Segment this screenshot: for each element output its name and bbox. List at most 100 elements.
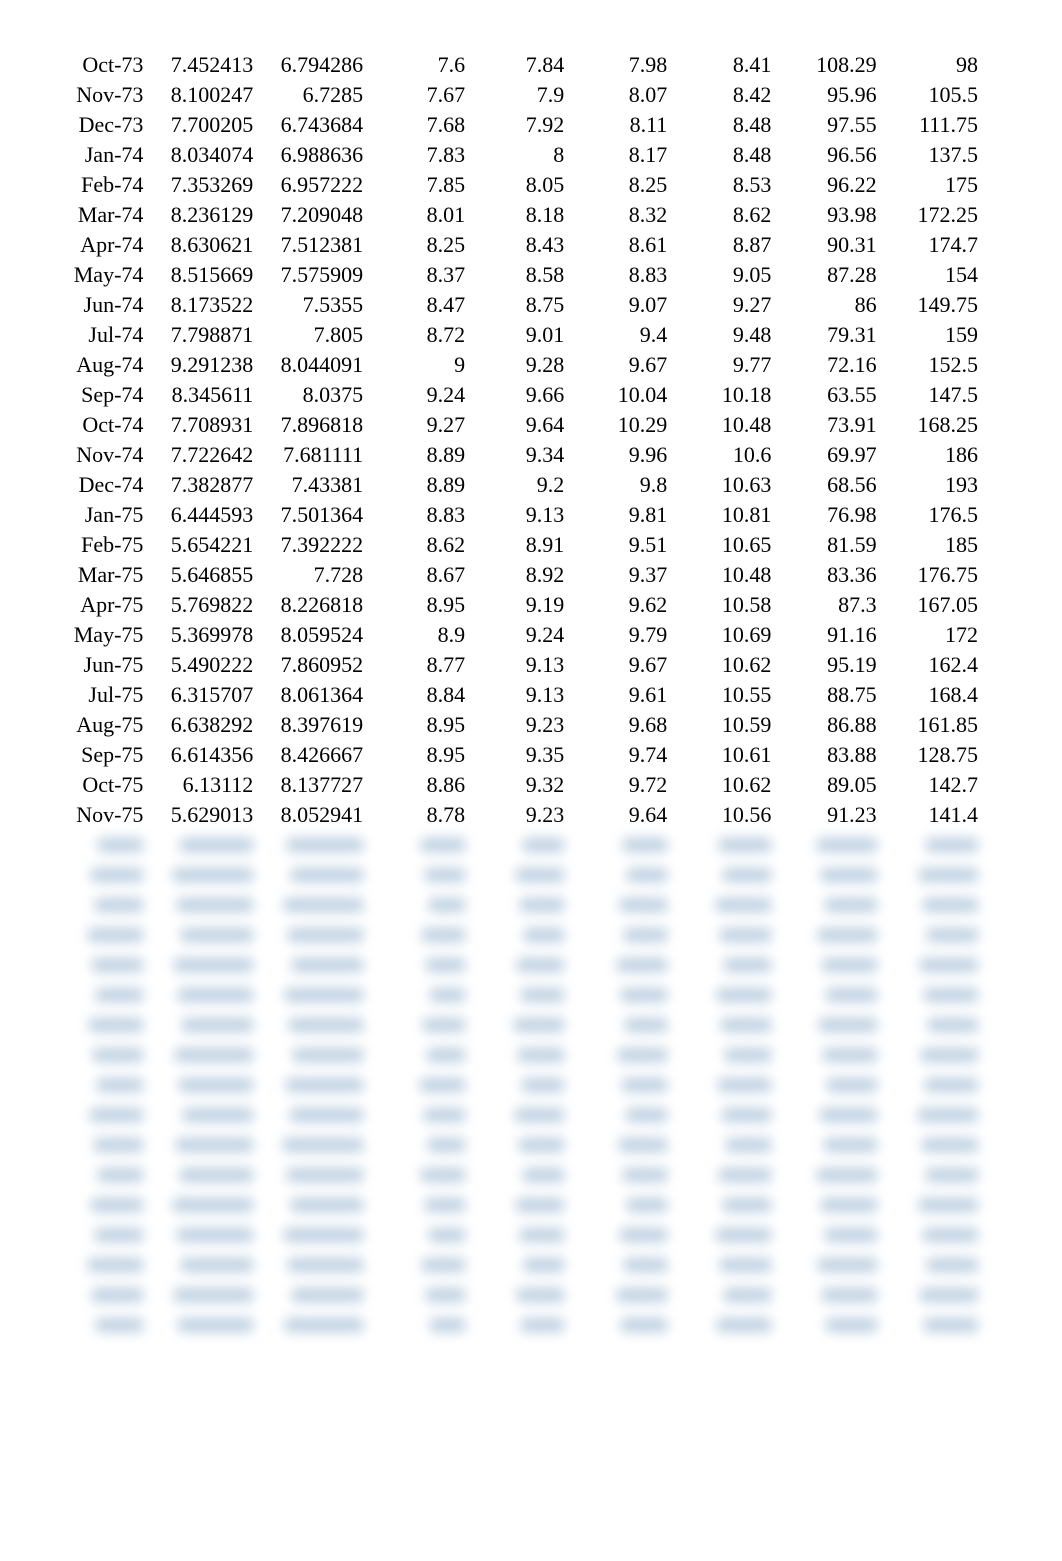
blurred-cell: [775, 1220, 880, 1250]
table-cell: 95.19: [775, 650, 880, 680]
blurred-cell: [568, 1130, 671, 1160]
blurred-cell: [469, 1280, 568, 1310]
table-cell: 9.37: [568, 560, 671, 590]
table-cell: 9.66: [469, 380, 568, 410]
table-cell: 10.81: [671, 500, 775, 530]
blurred-cell: [775, 1010, 880, 1040]
blurred-row: [60, 1130, 982, 1160]
blurred-cell: [60, 950, 147, 980]
table-cell: 7.798871: [147, 320, 257, 350]
table-cell: 68.56: [775, 470, 880, 500]
table-cell: 81.59: [775, 530, 880, 560]
blurred-cell: [881, 950, 982, 980]
table-cell: 93.98: [775, 200, 880, 230]
blurred-cell: [568, 1040, 671, 1070]
row-label: Jun-75: [60, 650, 147, 680]
table-cell: 8.91: [469, 530, 568, 560]
blurred-cell: [60, 1070, 147, 1100]
table-row: Aug-756.6382928.3976198.959.239.6810.598…: [60, 710, 982, 740]
blurred-cell: [257, 1280, 367, 1310]
blurred-cell: [568, 1100, 671, 1130]
blurred-cell: [147, 1040, 257, 1070]
blurred-cell: [367, 950, 469, 980]
table-cell: 83.88: [775, 740, 880, 770]
blurred-cell: [367, 1040, 469, 1070]
table-cell: 8.32: [568, 200, 671, 230]
table-cell: 172: [881, 620, 982, 650]
blurred-cell: [671, 1130, 775, 1160]
table-row: Jan-748.0340746.9886367.8388.178.4896.56…: [60, 140, 982, 170]
blurred-cell: [568, 860, 671, 890]
blurred-row: [60, 1190, 982, 1220]
table-cell: 8.630621: [147, 230, 257, 260]
blurred-cell: [881, 890, 982, 920]
table-cell: 9.62: [568, 590, 671, 620]
blurred-cell: [881, 1100, 982, 1130]
table-cell: 128.75: [881, 740, 982, 770]
table-cell: 7.896818: [257, 410, 367, 440]
blurred-cell: [257, 920, 367, 950]
table-cell: 10.48: [671, 410, 775, 440]
blurred-row: [60, 1100, 982, 1130]
table-cell: 9.96: [568, 440, 671, 470]
row-label: Dec-73: [60, 110, 147, 140]
table-row: Sep-748.3456118.03759.249.6610.0410.1863…: [60, 380, 982, 410]
table-cell: 7.83: [367, 140, 469, 170]
blurred-cell: [671, 1220, 775, 1250]
table-cell: 168.25: [881, 410, 982, 440]
blurred-cell: [147, 920, 257, 950]
table-cell: 8.83: [568, 260, 671, 290]
table-cell: 8.137727: [257, 770, 367, 800]
row-label: Aug-74: [60, 350, 147, 380]
blurred-cell: [469, 1070, 568, 1100]
table-row: Jul-756.3157078.0613648.849.139.6110.558…: [60, 680, 982, 710]
table-cell: 91.23: [775, 800, 880, 830]
table-cell: 8.61: [568, 230, 671, 260]
table-cell: 7.92: [469, 110, 568, 140]
blurred-cell: [257, 1100, 367, 1130]
table-cell: 193: [881, 470, 982, 500]
blurred-cell: [469, 1160, 568, 1190]
blurred-cell: [60, 1310, 147, 1340]
table-cell: 7.9: [469, 80, 568, 110]
blurred-cell: [775, 1100, 880, 1130]
blurred-cell: [367, 860, 469, 890]
table-cell: 8.89: [367, 470, 469, 500]
blurred-cell: [881, 1070, 982, 1100]
blurred-cell: [469, 1100, 568, 1130]
row-label: Feb-75: [60, 530, 147, 560]
blurred-cell: [881, 1130, 982, 1160]
table-cell: 9.61: [568, 680, 671, 710]
blurred-cell: [469, 830, 568, 860]
table-cell: 10.59: [671, 710, 775, 740]
blurred-row: [60, 920, 982, 950]
table-row: Feb-747.3532696.9572227.858.058.258.5396…: [60, 170, 982, 200]
row-label: Mar-75: [60, 560, 147, 590]
row-label: Jan-74: [60, 140, 147, 170]
blurred-cell: [469, 1130, 568, 1160]
table-cell: 10.6: [671, 440, 775, 470]
blurred-cell: [60, 830, 147, 860]
table-cell: 96.22: [775, 170, 880, 200]
table-cell: 8.25: [367, 230, 469, 260]
blurred-cell: [881, 830, 982, 860]
table-cell: 7.512381: [257, 230, 367, 260]
table-cell: 9.291238: [147, 350, 257, 380]
blurred-cell: [775, 1070, 880, 1100]
blurred-cell: [881, 1250, 982, 1280]
table-cell: 5.490222: [147, 650, 257, 680]
data-table: Oct-737.4524136.7942867.67.847.988.41108…: [60, 50, 982, 1340]
blurred-cell: [60, 1130, 147, 1160]
table-cell: 8.41: [671, 50, 775, 80]
row-label: Nov-75: [60, 800, 147, 830]
table-cell: 176.5: [881, 500, 982, 530]
blurred-cell: [568, 1010, 671, 1040]
table-row: Oct-737.4524136.7942867.67.847.988.41108…: [60, 50, 982, 80]
table-cell: 8.515669: [147, 260, 257, 290]
table-cell: 83.36: [775, 560, 880, 590]
table-cell: 10.55: [671, 680, 775, 710]
blurred-cell: [881, 1040, 982, 1070]
table-cell: 168.4: [881, 680, 982, 710]
table-row: May-755.3699788.0595248.99.249.7910.6991…: [60, 620, 982, 650]
blurred-cell: [147, 1190, 257, 1220]
